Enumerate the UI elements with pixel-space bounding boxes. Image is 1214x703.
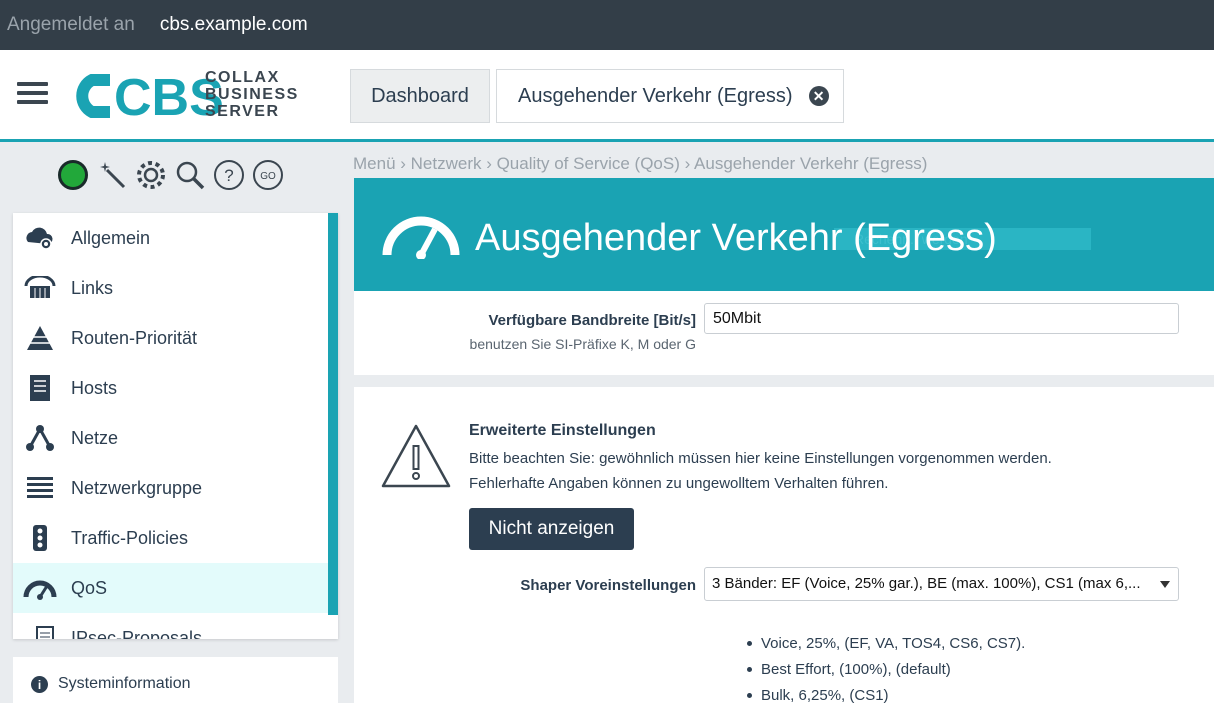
advanced-warning-line-2: Fehlerhafte Angaben können zu ungewollte… [469,475,889,492]
sidebar-scrollbar[interactable] [328,213,338,615]
help-icon[interactable]: ? [212,159,245,192]
systeminformation-label: Systeminformation [58,675,191,692]
sidebar-item-label: QoS [71,577,108,598]
svg-text:?: ? [224,166,233,185]
bandwidth-label: Verfügbare Bandbreite [Bit/s] [488,312,696,329]
network-link-icon [23,276,57,300]
magic-wand-icon[interactable] [95,159,128,192]
traffic-light-icon [23,524,57,552]
toolbar: ? GO [56,155,284,195]
hide-advanced-button[interactable]: Nicht anzeigen [469,508,634,550]
sidebar-item-label: Routen-Priorität [71,327,198,348]
list-item: Bulk, 6,25%, (CS1) [747,682,1025,703]
sidebar: Allgemein Links Routen-Priorität Hosts N… [13,213,338,639]
sidebar-item-netzwerkgruppe[interactable]: Netzwerkgruppe [13,463,328,513]
speedometer-icon [23,575,57,601]
bandwidth-hint: benutzen Sie SI-Präfixe K, M oder G [469,336,696,352]
sidebar-item-links[interactable]: Links [13,263,328,313]
server-icon [23,374,57,402]
sidebar-item-label: Links [71,277,114,298]
status-indicator-icon[interactable] [56,159,89,192]
shaper-band-list: Voice, 25%, (EF, VA, TOS4, CS6, CS7). Be… [747,630,1025,703]
systeminformation-panel[interactable]: i Systeminformation [13,657,338,703]
sidebar-item-label: Traffic-Policies [71,527,189,548]
sidebar-item-traffic-policies[interactable]: Traffic-Policies [13,513,328,563]
sidebar-item-label: Netze [71,427,119,448]
list-item: Best Effort, (100%), (default) [747,656,1025,682]
tab-egress-label: Ausgehender Verkehr (Egress) [518,84,793,107]
sidebar-item-label: Allgemein [71,227,151,248]
advanced-warning-line-1: Bitte beachten Sie: gewöhnlich müssen hi… [469,450,1052,467]
go-icon[interactable]: GO [251,159,284,192]
cloud-gear-icon [23,224,57,252]
close-icon[interactable]: ✕ [808,86,829,106]
bandwidth-panel: Verfügbare Bandbreite [Bit/s] benutzen S… [354,291,1214,375]
info-icon: i [31,676,48,693]
hamburger-menu-icon[interactable] [17,82,48,106]
tab-dashboard-label: Dashboard [371,84,469,107]
tab-dashboard[interactable]: Dashboard [350,69,490,123]
login-label: Angemeldet an [7,14,135,35]
svg-text:GO: GO [260,171,276,182]
network-nodes-icon [23,424,57,452]
shaper-presets-select[interactable]: 3 Bänder: EF (Voice, 25% gar.), BE (max.… [704,567,1179,601]
sidebar-item-netze[interactable]: Netze [13,413,328,463]
search-icon[interactable] [173,159,206,192]
shaper-presets-value: 3 Bänder: EF (Voice, 25% gar.), BE (max.… [712,575,1141,592]
speedometer-icon [382,216,460,259]
pyramid-icon [23,325,57,351]
list-item: Voice, 25%, (EF, VA, TOS4, CS6, CS7). [747,630,1025,656]
advanced-settings-panel: Erweiterte Einstellungen Bitte beachten … [354,387,1214,703]
host-name: cbs.example.com [159,14,308,35]
sidebar-item-hosts[interactable]: Hosts [13,363,328,413]
shaper-presets-label: Shaper Voreinstellungen [520,577,696,594]
stack-icon [23,475,57,501]
warning-icon [381,424,451,488]
sidebar-item-label: IPsec-Proposals [71,627,203,640]
bandwidth-input[interactable]: 50Mbit [704,303,1179,334]
sidebar-item-ipsec-proposals[interactable]: IPsec-Proposals [13,613,328,639]
advanced-title: Erweiterte Einstellungen [469,422,656,439]
top-bar: Angemeldet an cbs.example.com [0,0,1214,50]
page-banner: Rechenr... werden Ausgehender Verkehr (E… [354,178,1214,291]
dropdown-caret-icon [1160,581,1170,588]
document-key-icon [23,624,57,639]
gear-icon[interactable] [134,159,167,192]
breadcrumb[interactable]: Menü › Netzwerk › Quality of Service (Qo… [353,154,927,174]
page-title: Ausgehender Verkehr (Egress) [475,217,997,259]
sidebar-item-allgemein[interactable]: Allgemein [13,213,328,263]
sidebar-item-qos[interactable]: QoS [13,563,328,613]
sidebar-item-routen-prioritaet[interactable]: Routen-Priorität [13,313,328,363]
header: CBS COLLAX BUSINESS SERVER Dashboard Ausge… [0,50,1214,142]
tab-egress[interactable]: Ausgehender Verkehr (Egress) ✕ [496,69,844,123]
logo-subtitle: COLLAX BUSINESS SERVER [205,69,299,120]
sidebar-item-label: Netzwerkgruppe [71,477,203,498]
sidebar-item-label: Hosts [71,377,118,398]
